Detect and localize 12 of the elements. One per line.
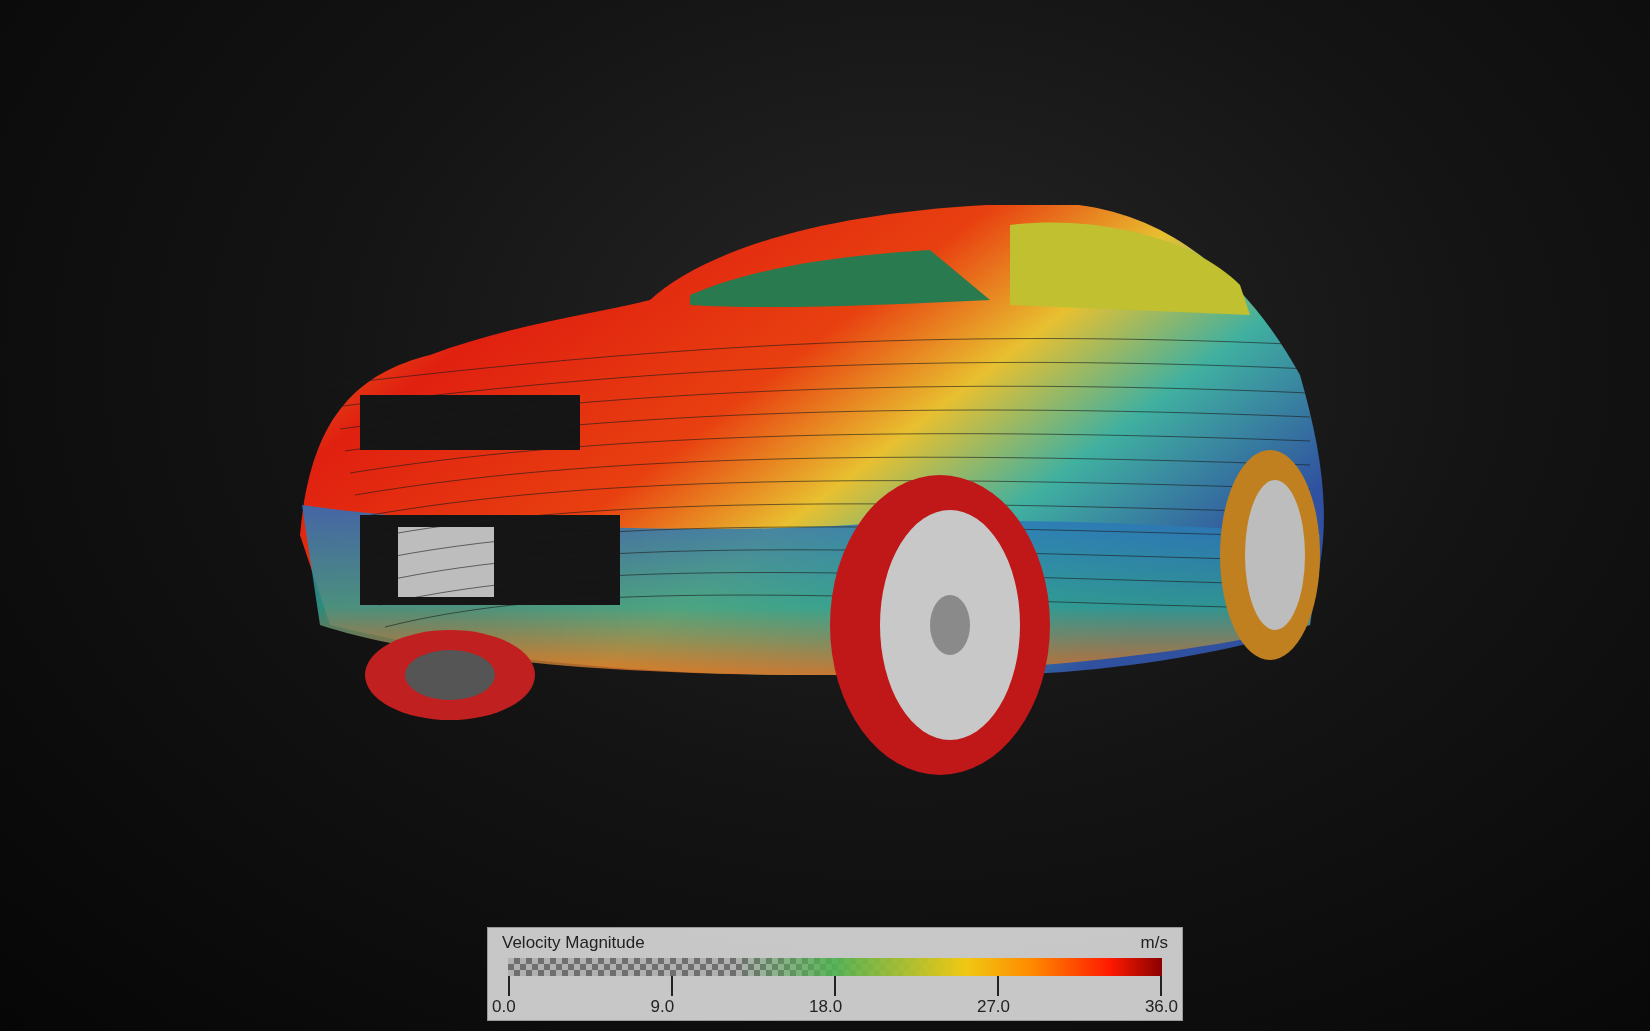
tick-mark <box>1160 976 1162 996</box>
tick-label: 27.0 <box>976 996 1011 1018</box>
tick-mark <box>997 976 999 996</box>
tick-label: 0.0 <box>492 996 516 1018</box>
tick-mark <box>508 976 510 996</box>
tick-label: 18.0 <box>809 996 843 1018</box>
tick-label: 9.0 <box>650 996 675 1018</box>
legend-unit: m/s <box>1140 932 1168 954</box>
tick-mark <box>671 976 673 996</box>
tick-label: 36.0 <box>1144 996 1178 1018</box>
tick-mark <box>834 976 836 996</box>
legend-title: Velocity Magnitude <box>502 932 645 954</box>
